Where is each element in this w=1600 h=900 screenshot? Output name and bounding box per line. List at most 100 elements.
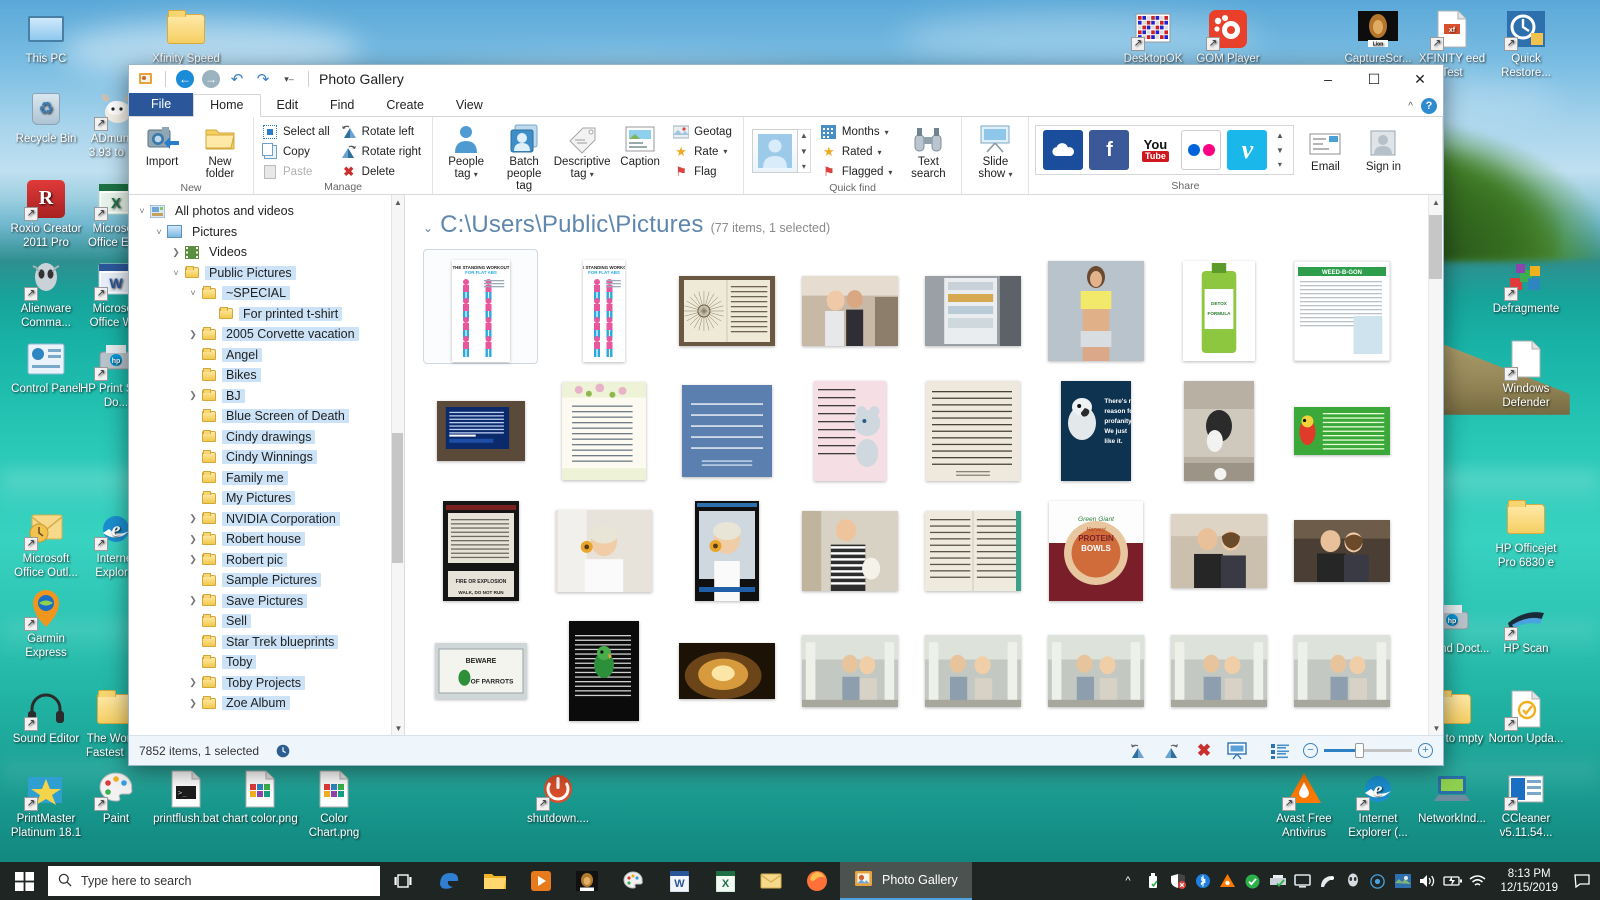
thumbnail-image[interactable] xyxy=(1293,520,1390,582)
gallery-item-parrot-on-couch-photo[interactable] xyxy=(1157,371,1280,491)
nav-item-videos[interactable]: ❯ Videos xyxy=(129,242,404,263)
nav-item-robert-house[interactable]: ❯ Robert house xyxy=(129,529,404,550)
search-input[interactable]: Type here to search xyxy=(48,866,380,896)
network-map-icon[interactable] xyxy=(1390,862,1415,900)
zoom-knob[interactable] xyxy=(1355,743,1364,758)
gallery-item-blue-screen-of-death-monitor-photo[interactable] xyxy=(419,371,542,491)
flag-button[interactable]: ⚑ Flag xyxy=(671,162,737,181)
chevron-right-icon[interactable]: ❯ xyxy=(169,247,183,258)
scroll-down-icon[interactable]: ▼ xyxy=(392,721,404,735)
clock-icon[interactable] xyxy=(273,741,293,761)
undo-icon[interactable]: ↶ xyxy=(226,68,248,90)
thumbnail-image[interactable] xyxy=(561,382,646,480)
scroll-up-icon[interactable]: ▲ xyxy=(392,195,404,209)
bluetooth-icon[interactable] xyxy=(1190,862,1215,900)
tab-file[interactable]: File xyxy=(129,93,194,116)
scroll-up-icon[interactable]: ▲ xyxy=(1429,195,1443,209)
chevron-right-icon[interactable]: ❯ xyxy=(186,390,200,401)
minimize-button[interactable]: – xyxy=(1305,65,1351,93)
thumbnail-image[interactable] xyxy=(436,401,525,461)
gallery-item-candles-warm-light-photo[interactable] xyxy=(665,611,788,731)
thumbnail-image[interactable] xyxy=(1293,635,1390,707)
desktop-icon-capturescr[interactable]: Lion CaptureScr... xyxy=(1340,8,1416,67)
share-gallery-scroll[interactable]: ▲ ▼ ▾ xyxy=(1273,130,1286,170)
youtube-icon[interactable]: You Tube xyxy=(1135,130,1176,170)
nav-item-pictures[interactable]: ˅ Pictures xyxy=(129,222,404,243)
thumbnail-image[interactable] xyxy=(924,276,1021,346)
thumbnail-image[interactable]: THE STANDING WORKOUT FOR FLAT ABS xyxy=(451,260,510,362)
gallery-item-friends-are-people-quote-text[interactable] xyxy=(911,371,1034,491)
desktop-icon-hp-officejet-pro-6830-e[interactable]: HP Officejet Pro 6830 e xyxy=(1488,498,1564,570)
chevron-right-icon[interactable]: ❯ xyxy=(186,677,200,688)
gallery-item-parrot-memorial-poem-black[interactable] xyxy=(542,611,665,731)
system-tray[interactable]: ^ 8:13 PM 12/15/2019 xyxy=(1115,862,1600,900)
gallery-item-detox-formula-bottle-product[interactable]: DETOX FORMULA xyxy=(1157,251,1280,371)
gallery-scroll-thumb[interactable] xyxy=(1429,215,1442,279)
thumbnail-image[interactable]: WEED-B-GON xyxy=(1293,261,1390,361)
nav-item-nvidia-corporation[interactable]: ❯ NVIDIA Corporation xyxy=(129,509,404,530)
slide-show-button[interactable]: Slide show ▾ xyxy=(968,120,1022,183)
gallery-scrollbar[interactable]: ▲ ▼ xyxy=(1428,195,1443,735)
nav-item-for-printed-t-shirt[interactable]: For printed t-shirt xyxy=(129,304,404,325)
tab-home[interactable]: Home xyxy=(193,94,261,117)
tab-create[interactable]: Create xyxy=(370,95,440,116)
nav-item-bj[interactable]: ❯ BJ xyxy=(129,386,404,407)
nav-item-special[interactable]: ˅ ~SPECIAL xyxy=(129,283,404,304)
thumbnail-image[interactable] xyxy=(678,643,775,699)
thumbnail-image[interactable]: BEWARE OF PARROTS xyxy=(434,643,527,699)
thumbnail-image[interactable] xyxy=(925,381,1020,481)
usb-eject-icon[interactable] xyxy=(1140,862,1165,900)
text-search-button[interactable]: Text search xyxy=(901,120,955,182)
target-icon[interactable] xyxy=(1365,862,1390,900)
desktop-icon-printflush-bat[interactable]: >_ printflush.bat xyxy=(148,768,224,827)
windows-start-icon[interactable] xyxy=(0,862,48,900)
chevron-down-icon[interactable]: ˅ xyxy=(152,227,166,237)
nav-scrollbar[interactable]: ▲ ▼ xyxy=(391,195,404,735)
person-thumbnail[interactable] xyxy=(751,129,798,173)
gallery-item-woman-sunflower-white-shirt-photo[interactable] xyxy=(542,491,665,611)
gallery-item-couple-restaurant-photo[interactable] xyxy=(1280,491,1403,611)
thumbnail-image[interactable] xyxy=(801,635,898,707)
nav-item-cindy-winnings[interactable]: Cindy Winnings xyxy=(129,447,404,468)
taskbar-clock[interactable]: 8:13 PM 12/15/2019 xyxy=(1490,867,1568,895)
edge-icon[interactable] xyxy=(426,862,472,900)
customize-qat-caret-icon[interactable]: ▾‒ xyxy=(278,68,300,90)
volume-icon[interactable] xyxy=(1415,862,1440,900)
nav-item-toby-projects[interactable]: ❯ Toby Projects xyxy=(129,673,404,694)
gallery-item-family-porch-photo-5[interactable] xyxy=(1280,611,1403,731)
gallery-item-green-giant-harvest-protein-bowls-product[interactable]: Green Giant Harvest PROTEIN BOWLS xyxy=(1034,491,1157,611)
chevron-down-icon[interactable]: ˅ xyxy=(169,268,183,278)
desktop-icon-networkind[interactable]: NetworkInd... xyxy=(1414,768,1490,827)
desktop-icon-chart-color-png[interactable]: chart color.png xyxy=(222,768,298,827)
desktop-icon-sound-editor[interactable]: ↗ Sound Editor xyxy=(8,688,84,747)
thumbnail-image[interactable] xyxy=(1170,635,1267,707)
nav-item-robert-pic[interactable]: ❯ Robert pic xyxy=(129,550,404,571)
nav-item-star-trek-blueprints[interactable]: Star Trek blueprints xyxy=(129,632,404,653)
thumbnail-image[interactable] xyxy=(681,385,772,477)
avast-tray-icon[interactable] xyxy=(1215,862,1240,900)
battery-icon[interactable] xyxy=(1440,862,1465,900)
geotag-button[interactable]: Geotag xyxy=(671,122,737,141)
chevron-right-icon[interactable]: ❯ xyxy=(186,513,200,524)
window-controls[interactable]: – ☐ ✕ xyxy=(1305,65,1443,93)
select-all-button[interactable]: Select all xyxy=(260,122,335,141)
facebook-icon[interactable]: f xyxy=(1089,130,1130,170)
gallery-item-family-porch-photo-3[interactable] xyxy=(1034,611,1157,731)
gallery-item-handwritten-planner-pages-photo[interactable] xyxy=(911,491,1034,611)
nav-item-my-pictures[interactable]: My Pictures xyxy=(129,488,404,509)
tab-edit[interactable]: Edit xyxy=(261,95,315,116)
delete-button[interactable]: ✖ Delete xyxy=(339,162,426,181)
desktop-icon-desktopok[interactable]: ↗ DesktopOK xyxy=(1115,8,1191,67)
people-gallery-scroll[interactable]: ▲ ▼ ▾ xyxy=(797,129,811,173)
ribbon[interactable]: Import New folder New Select all Copy Pa… xyxy=(129,117,1443,206)
rotate-right-icon[interactable] xyxy=(1161,741,1181,761)
forward-arrow-icon[interactable]: → xyxy=(200,68,222,90)
gallery-header[interactable]: ⌄ C:\Users\Public\Pictures (77 items, 1 … xyxy=(423,211,1421,239)
thumbnail-image[interactable] xyxy=(568,621,639,721)
desktop-icon-avast-free-antivirus[interactable]: ↗ Avast Free Antivirus xyxy=(1266,768,1342,840)
thumbnail-image[interactable] xyxy=(1293,407,1390,455)
monitor-tray-icon[interactable] xyxy=(1290,862,1315,900)
zoom-out-button[interactable]: − xyxy=(1303,743,1318,758)
gallery-item-stouts-menu-board-photo[interactable]: FIRE OR EXPLOSION WALK, DO NOT RUN xyxy=(419,491,542,611)
help-icon[interactable]: ? xyxy=(1421,98,1437,114)
